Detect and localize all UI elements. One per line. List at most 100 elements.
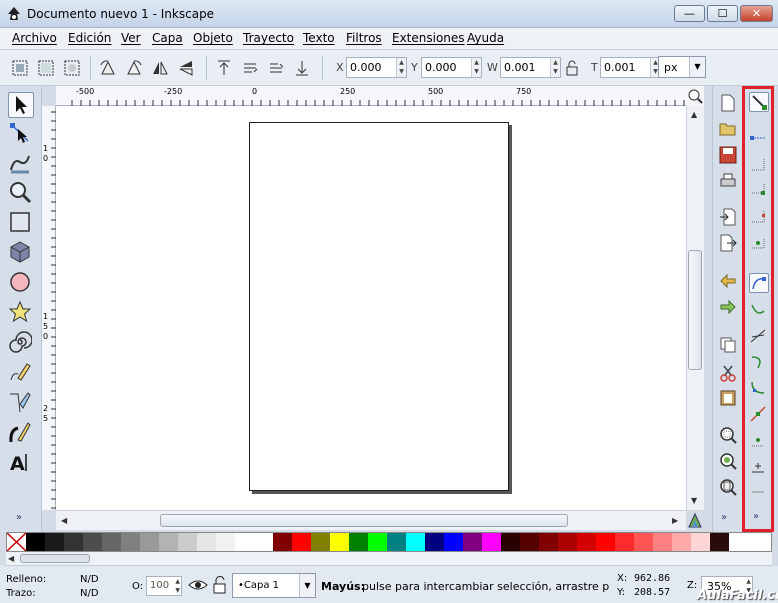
color-swatch[interactable] bbox=[273, 533, 292, 551]
color-swatch[interactable] bbox=[444, 533, 463, 551]
color-swatch[interactable] bbox=[159, 533, 178, 551]
box3d-tool[interactable] bbox=[8, 240, 34, 266]
scroll-right-icon[interactable]: ▶ bbox=[672, 516, 678, 525]
color-swatch[interactable] bbox=[387, 533, 406, 551]
color-swatch[interactable] bbox=[615, 533, 634, 551]
y-input[interactable]: 0.000 ▲ ▼ bbox=[421, 57, 482, 78]
unit-select[interactable]: px ▼ bbox=[658, 56, 706, 78]
zoom-fit-corner[interactable] bbox=[686, 86, 704, 106]
lock-icon[interactable] bbox=[562, 58, 582, 78]
color-swatch[interactable] bbox=[482, 533, 501, 551]
palette-scroll-thumb[interactable] bbox=[20, 554, 90, 563]
cut-icon[interactable] bbox=[719, 364, 737, 382]
no-paint-swatch[interactable] bbox=[7, 533, 26, 551]
star-tool[interactable] bbox=[8, 300, 34, 326]
more-commands-button[interactable]: » bbox=[721, 512, 727, 523]
x-input[interactable]: 0.000 ▲ ▼ bbox=[346, 57, 407, 78]
color-swatch[interactable] bbox=[463, 533, 482, 551]
snap-page-border[interactable] bbox=[749, 483, 769, 503]
minimize-button[interactable]: — bbox=[674, 5, 705, 22]
snap-nodes[interactable] bbox=[749, 273, 769, 293]
color-swatch[interactable] bbox=[292, 533, 311, 551]
color-swatch[interactable] bbox=[558, 533, 577, 551]
color-swatch[interactable] bbox=[216, 533, 235, 551]
rotate-ccw-icon[interactable] bbox=[98, 58, 118, 78]
open-folder-icon[interactable] bbox=[719, 120, 737, 138]
snap-cusp-nodes[interactable] bbox=[749, 353, 769, 373]
import-icon[interactable] bbox=[719, 208, 737, 226]
print-icon[interactable] bbox=[719, 172, 737, 190]
deselect-icon[interactable] bbox=[62, 58, 82, 78]
snap-paths[interactable] bbox=[749, 301, 769, 321]
width-input[interactable]: 0.001 ▲ ▼ bbox=[500, 57, 561, 78]
zoom-drawing-icon[interactable] bbox=[719, 452, 737, 470]
color-swatch[interactable] bbox=[102, 533, 121, 551]
palette-scrollbar[interactable]: ◀ bbox=[6, 552, 772, 566]
color-swatch[interactable] bbox=[691, 533, 710, 551]
color-swatch[interactable] bbox=[634, 533, 653, 551]
undo-icon[interactable] bbox=[719, 272, 737, 290]
tweak-tool[interactable] bbox=[8, 150, 34, 176]
new-document-icon[interactable] bbox=[719, 94, 737, 112]
color-swatch[interactable] bbox=[520, 533, 539, 551]
more-snap-button[interactable]: » bbox=[753, 511, 759, 522]
pencil-tool[interactable] bbox=[8, 360, 34, 386]
snap-bbox-midpoint[interactable] bbox=[749, 207, 769, 227]
menu-filtros[interactable]: Filtros bbox=[346, 31, 382, 45]
spiral-tool[interactable] bbox=[8, 330, 34, 356]
copy-icon[interactable] bbox=[719, 336, 737, 354]
palette-scroll-left-icon[interactable]: ◀ bbox=[8, 554, 14, 563]
color-swatch[interactable] bbox=[425, 533, 444, 551]
calligraphy-tool[interactable] bbox=[8, 420, 34, 446]
menu-trayecto[interactable]: Trayecto bbox=[243, 31, 294, 45]
stroke-value[interactable]: N/D bbox=[80, 588, 99, 599]
document-page[interactable] bbox=[249, 122, 509, 491]
menu-ayuda[interactable]: Ayuda bbox=[467, 31, 504, 45]
color-swatch[interactable] bbox=[178, 533, 197, 551]
menu-extensiones[interactable]: Extensiones bbox=[392, 31, 465, 45]
selector-tool[interactable] bbox=[8, 92, 34, 118]
snap-object-centers[interactable] bbox=[749, 431, 769, 451]
menu-capa[interactable]: Capa bbox=[152, 31, 183, 45]
snap-bbox[interactable] bbox=[749, 129, 769, 149]
color-swatch[interactable] bbox=[539, 533, 558, 551]
drawing-canvas[interactable] bbox=[56, 106, 686, 510]
redo-icon[interactable] bbox=[719, 298, 737, 316]
color-swatch[interactable] bbox=[45, 533, 64, 551]
color-swatch[interactable] bbox=[64, 533, 83, 551]
color-swatch[interactable] bbox=[406, 533, 425, 551]
horizontal-scrollbar[interactable]: ◀ ▶ bbox=[56, 510, 686, 530]
raise-icon[interactable] bbox=[240, 58, 260, 78]
menu-ver[interactable]: Ver bbox=[121, 31, 141, 45]
zoom-page-icon[interactable] bbox=[719, 478, 737, 496]
menu-objeto[interactable]: Objeto bbox=[193, 31, 233, 45]
snap-bbox-corner[interactable] bbox=[749, 181, 769, 201]
export-icon[interactable] bbox=[719, 234, 737, 252]
lower-icon[interactable] bbox=[266, 58, 286, 78]
close-button[interactable]: ✕ bbox=[740, 5, 773, 22]
flip-vertical-icon[interactable] bbox=[176, 58, 196, 78]
layer-select[interactable]: •Capa 1 ▼ bbox=[232, 573, 316, 598]
snap-smooth-nodes[interactable] bbox=[749, 379, 769, 399]
pen-tool[interactable] bbox=[8, 390, 34, 416]
color-swatch[interactable] bbox=[254, 533, 273, 551]
color-swatch[interactable] bbox=[596, 533, 615, 551]
color-swatch[interactable] bbox=[311, 533, 330, 551]
zoom-selection-icon[interactable] bbox=[719, 426, 737, 444]
color-management-icon[interactable] bbox=[688, 512, 702, 528]
color-swatch[interactable] bbox=[349, 533, 368, 551]
text-tool[interactable]: A bbox=[8, 450, 34, 476]
color-swatch[interactable] bbox=[672, 533, 691, 551]
rotate-cw-icon[interactable] bbox=[124, 58, 144, 78]
layer-lock-icon[interactable] bbox=[212, 576, 228, 594]
scroll-left-icon[interactable]: ◀ bbox=[61, 516, 67, 525]
snap-intersections[interactable] bbox=[749, 327, 769, 347]
snap-bbox-center[interactable] bbox=[749, 233, 769, 253]
color-swatch[interactable] bbox=[368, 533, 387, 551]
color-swatch[interactable] bbox=[577, 533, 596, 551]
menu-archivo[interactable]: Archivo bbox=[12, 31, 57, 45]
vertical-scroll-thumb[interactable] bbox=[688, 250, 702, 370]
maximize-button[interactable]: ☐ bbox=[707, 5, 738, 22]
snap-midpoints[interactable] bbox=[749, 405, 769, 425]
ellipse-tool[interactable] bbox=[8, 270, 34, 296]
